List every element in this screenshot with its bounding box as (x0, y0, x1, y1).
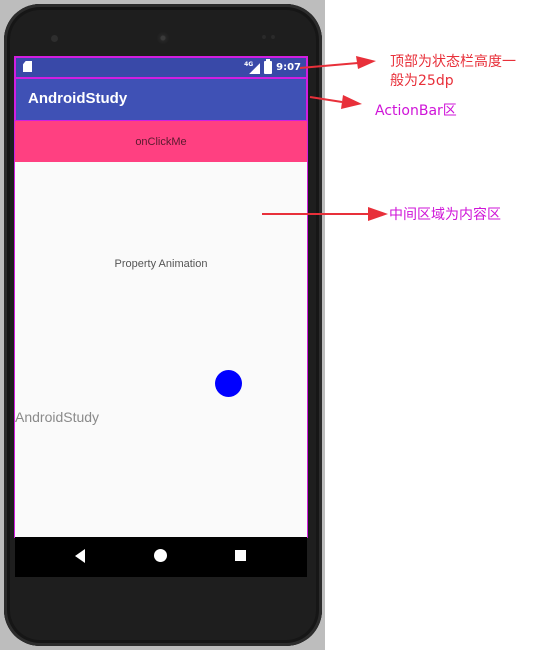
content-area-annotation: 中间区域为内容区 (389, 207, 501, 223)
action-bar-arrow (309, 95, 362, 109)
status-bar-annotation-line2: 般为25dp (390, 73, 454, 89)
status-bar-arrow (299, 56, 376, 69)
content-area-arrow (262, 207, 388, 221)
annotation-arrows (262, 56, 388, 221)
action-bar-annotation: ActionBar区 (375, 103, 457, 119)
status-bar-annotation-line1: 顶部为状态栏高度一 (390, 54, 516, 70)
